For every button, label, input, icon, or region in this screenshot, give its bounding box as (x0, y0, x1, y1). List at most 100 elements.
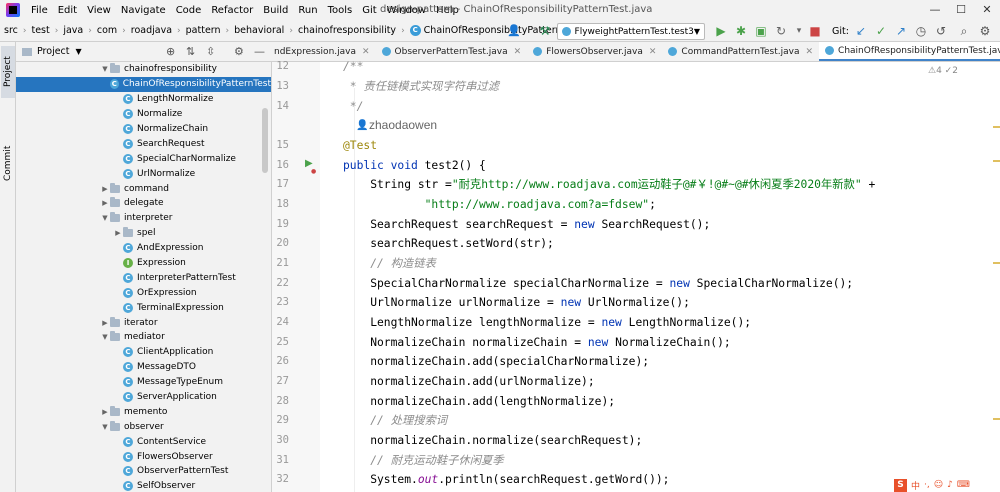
tree-item-memento[interactable]: ▶ memento (16, 404, 271, 419)
breadcrumb-src[interactable]: src (3, 25, 19, 36)
menu-file[interactable]: File (31, 5, 48, 16)
menu-view[interactable]: View (87, 5, 111, 16)
tree-item-lengthnormalize[interactable]: C LengthNormalize (16, 92, 271, 107)
chevron-down-icon[interactable]: ▼ (100, 214, 110, 222)
tree-item-clientapplication[interactable]: C ClientApplication (16, 345, 271, 360)
chevron-right-icon[interactable]: ▶ (100, 408, 110, 416)
breadcrumb-behavioral[interactable]: behavioral (233, 25, 285, 36)
target-icon[interactable]: ⊕ (166, 45, 175, 58)
tree-item-observer[interactable]: ▼ observer (16, 419, 271, 434)
chevron-down-icon[interactable]: ▼ (100, 333, 110, 341)
scroll-marker[interactable] (993, 418, 1000, 420)
coverage-icon[interactable]: ▣ (752, 22, 770, 40)
scroll-marker[interactable] (993, 126, 1000, 128)
tree-item-messagetypeenum[interactable]: C MessageTypeEnum (16, 375, 271, 390)
chevron-down-icon[interactable]: ▼ (100, 423, 110, 431)
tab-flowersobserver[interactable]: FlowersObserver.java ✕ (527, 42, 662, 61)
hide-panel-icon[interactable]: — (254, 45, 265, 58)
scroll-marker[interactable] (993, 262, 1000, 264)
breadcrumb-chainofresponsibility[interactable]: chainofresponsibility (297, 25, 397, 36)
settings-icon[interactable]: ⚙ (976, 22, 994, 40)
tree-item-spel[interactable]: ▶ spel (16, 226, 271, 241)
gear-icon[interactable]: ⚙ (234, 45, 244, 58)
breadcrumb-roadjava[interactable]: roadjava (130, 25, 173, 36)
rollback-icon[interactable]: ↺ (932, 22, 950, 40)
run-configuration-select[interactable]: FlyweightPatternTest.test3 ▼ (557, 23, 705, 40)
git-push-icon[interactable]: ↗ (892, 22, 910, 40)
close-tab-icon[interactable]: ✕ (514, 47, 522, 57)
menu-build[interactable]: Build (263, 5, 288, 16)
tree-item-messagedto[interactable]: C MessageDTO (16, 360, 271, 375)
search-icon[interactable]: ⌕ (955, 22, 973, 40)
chevron-down-icon[interactable]: ▼ (100, 65, 110, 73)
tree-item-orexpression[interactable]: C OrExpression (16, 285, 271, 300)
breadcrumb-pattern[interactable]: pattern (185, 25, 222, 36)
close-icon[interactable]: ✕ (974, 0, 1000, 20)
tab-commit-toolwindow[interactable]: Commit (1, 140, 15, 186)
tree-item-searchrequest[interactable]: C SearchRequest (16, 136, 271, 151)
git-commit-icon[interactable]: ✓ (872, 22, 890, 40)
chevron-right-icon[interactable]: ▶ (100, 185, 110, 193)
tree-item-urlnormalize[interactable]: C UrlNormalize (16, 166, 271, 181)
tree-item-terminalexpression[interactable]: C TerminalExpression (16, 300, 271, 315)
chevron-right-icon[interactable]: ▶ (100, 319, 110, 327)
menu-tools[interactable]: Tools (328, 5, 353, 16)
chevron-right-icon[interactable]: ▶ (100, 199, 110, 207)
breadcrumb-com[interactable]: com (96, 25, 118, 36)
maximize-icon[interactable]: ☐ (948, 0, 974, 20)
tree-item-chainofresponsibilitypatterntest[interactable]: C ChainOfResponsibilityPatternTest (16, 76, 271, 92)
tree-item-delegate[interactable]: ▶ delegate (16, 196, 271, 211)
close-tab-icon[interactable]: ✕ (362, 47, 370, 57)
build-hammer-icon[interactable]: ⚒ (536, 22, 554, 40)
minimize-icon[interactable]: — (922, 0, 948, 20)
tree-item-specialcharnormalize[interactable]: C SpecialCharNormalize (16, 151, 271, 166)
tree-item-mediator[interactable]: ▼ mediator (16, 330, 271, 345)
tab-chainofresponsibilitypatterntest[interactable]: ChainOfResponsibilityPatternTest.java✕ (819, 42, 1000, 61)
tree-item-expression[interactable]: I Expression (16, 256, 271, 271)
tab-project-toolwindow[interactable]: Project (1, 46, 15, 98)
chevron-right-icon[interactable]: ▶ (113, 229, 123, 237)
debug-icon[interactable]: ✱ (732, 22, 750, 40)
inspection-widget[interactable]: ⚠4 ✓2 (928, 66, 958, 76)
tree-item-selfobserver[interactable]: C SelfObserver (16, 479, 271, 492)
code-author-hint[interactable]: zhaodaowen (369, 118, 437, 132)
project-panel-title[interactable]: Project (37, 46, 70, 57)
menu-navigate[interactable]: Navigate (121, 5, 166, 16)
tree-item-chainofresponsibility[interactable]: ▼ chainofresponsibility (16, 62, 271, 77)
tree-item-observerpatterntest[interactable]: C ObserverPatternTest (16, 464, 271, 479)
profile-icon[interactable]: ↻ (772, 22, 790, 40)
tab-observerpatterntest[interactable]: ObserverPatternTest.java ✕ (376, 42, 528, 61)
tree-item-interpreter[interactable]: ▼ interpreter (16, 211, 271, 226)
tree-item-interpreterpatterntest[interactable]: C InterpreterPatternTest (16, 270, 271, 285)
menu-git[interactable]: Git (362, 5, 376, 16)
tree-item-andexpression[interactable]: C AndExpression (16, 241, 271, 256)
scroll-marker[interactable] (993, 160, 1000, 162)
stop-icon[interactable]: ■ (806, 22, 824, 40)
tree-item-normalize[interactable]: C Normalize (16, 107, 271, 122)
menu-refactor[interactable]: Refactor (211, 5, 253, 16)
breadcrumb-java[interactable]: java (62, 25, 84, 36)
tab-commandpatterntest[interactable]: CommandPatternTest.java ✕ (662, 42, 819, 61)
tree-item-serverapplication[interactable]: C ServerApplication (16, 390, 271, 405)
history-icon[interactable]: ◷ (912, 22, 930, 40)
menu-run[interactable]: Run (298, 5, 317, 16)
breadcrumb-test[interactable]: test (30, 25, 50, 36)
run-icon[interactable]: ▶ (712, 22, 730, 40)
chevron-down-icon[interactable]: ▼ (76, 47, 82, 56)
user-icon[interactable]: 👤 (505, 22, 523, 40)
ime-toolbar[interactable]: S 中 ·, ☺ ♪ ⌨ (894, 478, 1000, 492)
project-tree-scrollbar[interactable] (262, 108, 268, 173)
tree-item-iterator[interactable]: ▶ iterator (16, 315, 271, 330)
expand-icon[interactable]: ⇳ (206, 45, 215, 58)
collapse-all-icon[interactable]: ⇅ (186, 45, 195, 58)
breadcrumb-class[interactable]: C ChainOfResponsibilityPatternTest (409, 25, 582, 36)
menu-code[interactable]: Code (176, 5, 202, 16)
close-tab-icon[interactable]: ✕ (805, 47, 813, 57)
tree-item-contentservice[interactable]: C ContentService (16, 434, 271, 449)
menu-edit[interactable]: Edit (58, 5, 77, 16)
close-tab-icon[interactable]: ✕ (649, 47, 657, 57)
tree-item-command[interactable]: ▶ command (16, 181, 271, 196)
tree-item-flowersobserver[interactable]: C FlowersObserver (16, 449, 271, 464)
git-update-icon[interactable]: ↙ (852, 22, 870, 40)
tree-item-normalizechain[interactable]: C NormalizeChain (16, 122, 271, 137)
